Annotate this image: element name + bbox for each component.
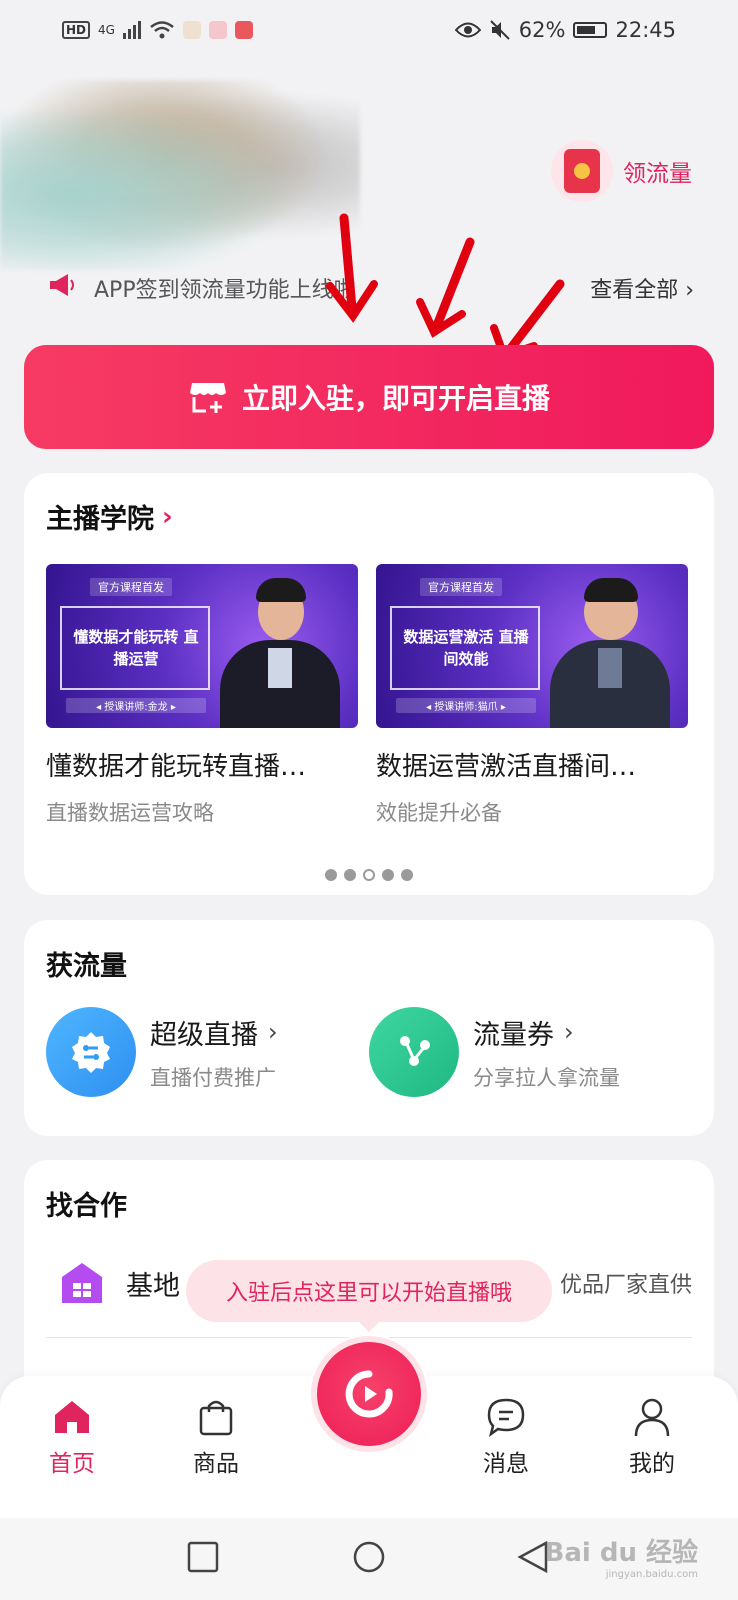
pager-dot[interactable] <box>363 869 375 881</box>
signal-icon <box>122 21 141 39</box>
claim-traffic-label: 领流量 <box>623 161 692 187</box>
notification-icon <box>208 21 227 39</box>
clock: 22:45 <box>615 18 676 42</box>
tool-name: 超级直播 <box>150 1019 258 1051</box>
shopping-bag-icon <box>199 1400 233 1436</box>
bottom-tab-bar: 首页 商品 消息 我的 <box>0 1334 738 1518</box>
wifi-icon <box>150 21 174 39</box>
lecturer-photo <box>220 578 340 728</box>
tab-mine[interactable]: 我的 <box>602 1396 702 1478</box>
course-list: 官方课程首发 懂数据才能玩转 直播运营 ◂ 授课讲师:金龙 ▸ 懂数据才能玩转直… <box>46 564 692 827</box>
notice-bar[interactable]: APP签到领流量功能上线啦 查看全部 › <box>48 272 694 304</box>
battery-icon <box>573 22 608 38</box>
tool-name: 流量券 <box>473 1019 554 1051</box>
live-camera-icon <box>345 1370 393 1418</box>
chevron-right-icon: › <box>268 1018 278 1046</box>
carousel-pager[interactable] <box>46 869 692 881</box>
tab-products[interactable]: 商品 <box>166 1396 266 1478</box>
tab-label: 我的 <box>629 1451 675 1477</box>
pager-dot[interactable] <box>325 869 337 881</box>
academy-title: 主播学院 <box>46 504 154 535</box>
traffic-coupon-tool[interactable]: 流量券 › 分享拉人拿流量 <box>369 1007 692 1097</box>
course-title: 懂数据才能玩转直播… <box>46 752 307 782</box>
traffic-title: 获流量 <box>46 951 127 982</box>
profile-blurred <box>0 80 360 270</box>
status-bar: HD 4G 62% 22:45 <box>0 0 738 60</box>
storefront-icon <box>189 383 226 413</box>
eye-icon <box>454 22 481 38</box>
live-camera-button[interactable] <box>317 1342 421 1446</box>
house-icon <box>62 1263 102 1303</box>
watermark: Bai du 经验 jingyan.baidu.com <box>545 1532 699 1580</box>
join-live-label: 立即入驻，即可开启直播 <box>241 382 550 415</box>
thumbnail-title: 懂数据才能玩转 直播运营 <box>73 628 199 668</box>
pager-dot[interactable] <box>401 869 413 881</box>
home-icon <box>55 1401 89 1433</box>
join-live-button[interactable]: 立即入驻，即可开启直播 <box>24 345 714 449</box>
chevron-right-icon: › <box>162 501 173 532</box>
cooperation-desc: 优品厂家直供 <box>559 1273 692 1298</box>
hd-indicator: HD <box>62 21 91 39</box>
tooltip-text: 入驻后点这里可以开始直播哦 <box>225 1281 512 1306</box>
tab-home[interactable]: 首页 <box>22 1396 122 1478</box>
tool-subtitle: 直播付费推广 <box>150 1065 276 1090</box>
super-live-tool[interactable]: 超级直播 › 直播付费推广 <box>46 1007 369 1097</box>
tab-label: 消息 <box>483 1451 529 1477</box>
tool-subtitle: 分享拉人拿流量 <box>473 1065 620 1090</box>
academy-header[interactable]: 主播学院 › <box>46 497 692 536</box>
user-icon <box>634 1398 670 1437</box>
tab-label: 商品 <box>193 1451 239 1477</box>
course-card[interactable]: 官方课程首发 数据运营激活 直播间效能 ◂ 授课讲师:猫爪 ▸ 数据运营激活直播… <box>376 564 688 827</box>
view-all-link[interactable]: 查看全部 › <box>590 272 694 304</box>
notification-icon <box>234 21 253 39</box>
anchor-academy-card: 主播学院 › 官方课程首发 懂数据才能玩转 直播运营 ◂ 授课讲师:金龙 ▸ 懂… <box>24 473 714 895</box>
tab-live[interactable] <box>309 1334 429 1454</box>
megaphone-icon <box>48 272 76 304</box>
cooperation-name: 基地 <box>126 1270 180 1302</box>
course-card[interactable]: 官方课程首发 懂数据才能玩转 直播运营 ◂ 授课讲师:金龙 ▸ 懂数据才能玩转直… <box>46 564 358 827</box>
share-nodes-icon <box>369 1007 459 1097</box>
claim-traffic-button[interactable]: 领流量 <box>551 140 692 202</box>
lecturer-label: ◂ 授课讲师:金龙 ▸ <box>66 698 206 713</box>
red-packet-icon <box>551 140 613 202</box>
course-subtitle: 直播数据运营攻略 <box>46 801 214 825</box>
chevron-right-icon: › <box>564 1018 574 1046</box>
battery-percent: 62% <box>518 18 566 42</box>
course-tag: 官方课程首发 <box>420 578 502 596</box>
course-tag: 官方课程首发 <box>90 578 172 596</box>
notice-text: APP签到领流量功能上线啦 <box>94 278 356 303</box>
course-title: 数据运营激活直播间… <box>376 752 637 782</box>
pager-dot[interactable] <box>382 869 394 881</box>
recents-icon[interactable] <box>186 1540 220 1574</box>
course-thumbnail: 官方课程首发 懂数据才能玩转 直播运营 ◂ 授课讲师:金龙 ▸ <box>46 564 358 728</box>
course-thumbnail: 官方课程首发 数据运营激活 直播间效能 ◂ 授课讲师:猫爪 ▸ <box>376 564 688 728</box>
start-live-tooltip: 入驻后点这里可以开始直播哦 <box>186 1260 552 1332</box>
notification-icon <box>182 21 201 39</box>
mute-icon <box>490 20 510 40</box>
tab-label: 首页 <box>49 1451 95 1477</box>
lecturer-label: ◂ 授课讲师:猫爪 ▸ <box>396 698 536 713</box>
tab-messages[interactable]: 消息 <box>456 1396 556 1478</box>
chat-bubble-icon <box>487 1398 525 1437</box>
home-circle-icon[interactable] <box>352 1540 386 1574</box>
cooperation-title: 找合作 <box>46 1191 127 1222</box>
pager-dot[interactable] <box>344 869 356 881</box>
lecturer-photo <box>550 578 670 728</box>
watermark-url: jingyan.baidu.com <box>605 1569 698 1580</box>
gear-connect-icon <box>46 1007 136 1097</box>
watermark-brand: Bai du 经验 <box>544 1538 699 1568</box>
course-subtitle: 效能提升必备 <box>376 801 502 825</box>
get-traffic-card: 获流量 超级直播 › 直播付费推广 流量券 › 分享拉人拿流量 <box>24 920 714 1136</box>
thumbnail-title: 数据运营激活 直播间效能 <box>403 628 529 668</box>
network-type: 4G <box>98 23 115 37</box>
